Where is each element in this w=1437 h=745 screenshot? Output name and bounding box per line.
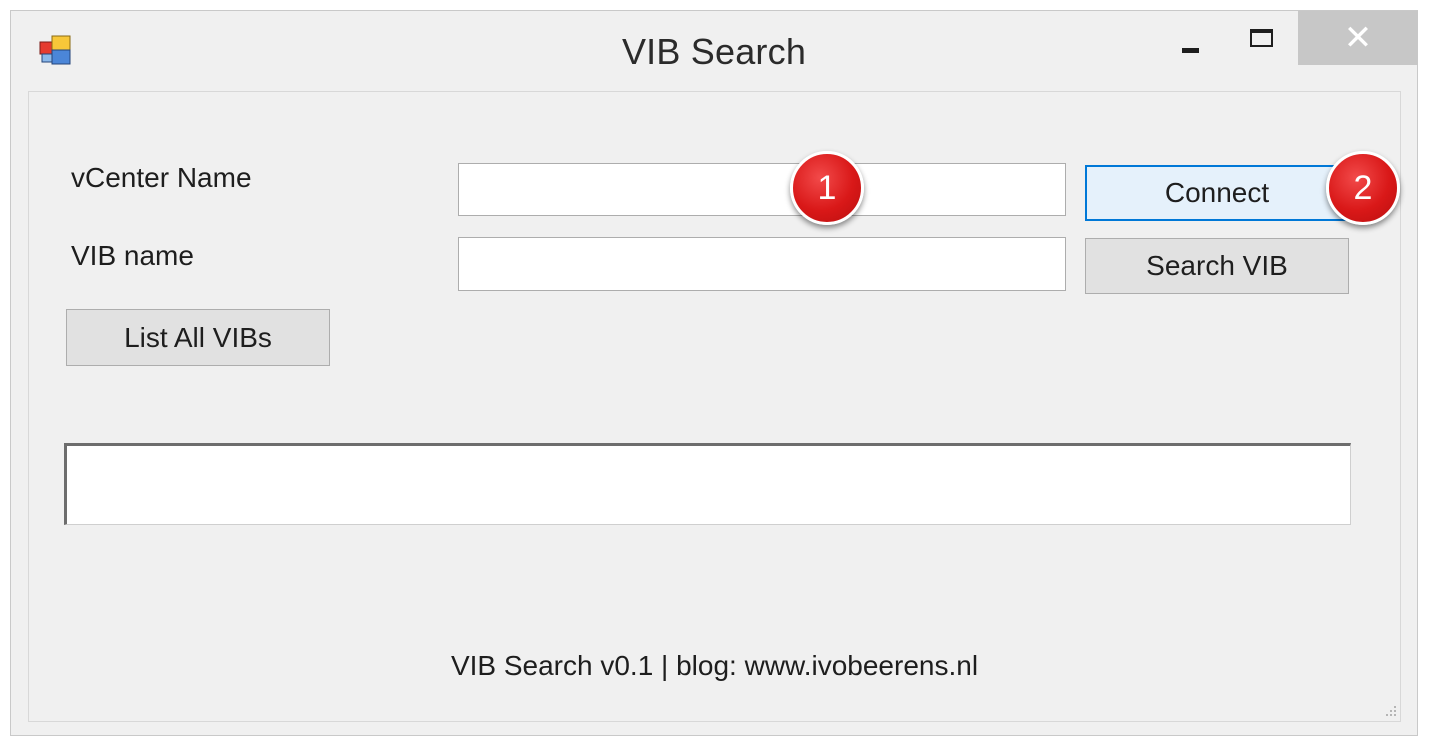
vib-name-label: VIB name [71,240,194,271]
maximize-icon [1250,29,1273,47]
annotation-badge-2: 2 [1326,151,1400,225]
vib-name-input[interactable] [458,237,1066,291]
vcenter-name-label: vCenter Name [71,162,252,193]
footer-version-text: VIB Search v0.1 | blog: www.ivobeerens.n… [450,650,979,681]
minimize-button[interactable] [1157,11,1223,65]
form-client-area: vCenter Name Connect VIB name Search VIB… [28,91,1401,722]
vcenter-name-input[interactable] [458,163,1066,216]
maximize-button[interactable] [1227,11,1293,65]
output-textbox[interactable] [64,443,1351,525]
resize-grip-icon[interactable] [1384,704,1398,718]
search-vib-button[interactable]: Search VIB [1085,238,1349,294]
vib-search-window: VIB Search ✕ vCenter Name Connect VIB na… [10,10,1418,736]
annotation-badge-1: 1 [790,151,864,225]
close-button[interactable]: ✕ [1298,11,1418,65]
connect-button[interactable]: Connect [1085,165,1349,221]
minimize-icon [1182,48,1199,53]
close-icon: ✕ [1343,19,1373,57]
title-bar[interactable]: VIB Search ✕ [11,11,1418,91]
list-all-vibs-button[interactable]: List All VIBs [66,309,330,366]
